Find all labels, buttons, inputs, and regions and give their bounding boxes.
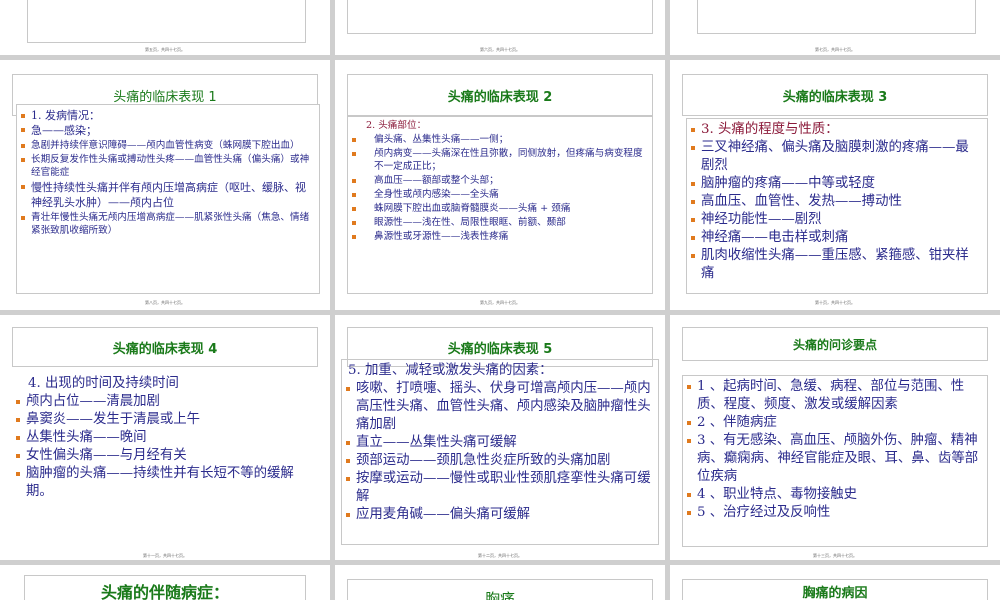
- content-box: 3. 头痛的程度与性质： 三叉神经痛、偏头痛及脑膜刺激的疼痛——最剧烈 脑肿瘤的…: [686, 118, 988, 294]
- slide-title: 头痛的临床表现 2: [347, 74, 653, 116]
- list-item: 肌肉收缩性头痛——重压感、紧箍感、钳夹样痛: [689, 247, 981, 283]
- list-item: 5 、治疗经过及反响性: [685, 504, 983, 522]
- list-item: 丛集性头痛——晚间: [14, 429, 312, 447]
- list-item: 咳嗽、打喷嚏、摇头、伏身可增高颅内压——颅内高压性头痛、血管性头痛、颅内感染及脑…: [344, 380, 652, 434]
- page-number: 第八页，共四十七页。: [145, 300, 185, 305]
- slide-top-left: 第五页，共四十七页。: [0, 0, 330, 55]
- slide-top-right: 第七页，共四十七页。: [670, 0, 1000, 55]
- slide-title: 头痛的临床表现 3: [682, 74, 988, 116]
- page-number: 第七页，共四十七页。: [815, 47, 855, 52]
- list-item: 长期反复发作性头痛或搏动性头疼——血管性头痛（偏头痛）或神经官能症: [19, 153, 313, 179]
- list-item: 4. 出现的时间及持续时间: [28, 376, 179, 391]
- list-item: 4 、职业特点、毒物接触史: [685, 486, 983, 504]
- list-item: 神经痛——电击样或刺痛: [689, 229, 981, 247]
- page-number: 第十一页，共四十七页。: [143, 553, 187, 558]
- list-item: 高血压、血管性、发热——搏动性: [689, 193, 981, 211]
- page-number: 第九页，共四十七页。: [480, 300, 520, 305]
- list-item: 急——感染；: [19, 123, 313, 138]
- list-item: 蛛网膜下腔出血或脑脊髓膜炎——头痛 + 颈痛: [350, 202, 646, 215]
- list-item: 三叉神经痛、偏头痛及脑膜刺激的疼痛——最剧烈: [689, 139, 981, 175]
- list-item: 1. 发病情况：: [19, 109, 313, 122]
- list-item: 急剧并持续伴意识障碍——颅内血管性病变（蛛网膜下腔出血）: [19, 139, 313, 152]
- cut-text: ……………: [408, 0, 453, 3]
- slide-title: 胸痛: [347, 579, 653, 600]
- content-box: 4. 出现的时间及持续时间 颅内占位——清晨加剧 鼻窦炎——发生于清晨或上午 丛…: [12, 373, 318, 543]
- content-box: 5. 加重、减轻或激发头痛的因素： 咳嗽、打喷嚏、摇头、伏身可增高颅内压——颅内…: [341, 359, 659, 545]
- list-item: 鼻窦炎——发生于清晨或上午: [14, 411, 312, 429]
- slide-clinical-2: 头痛的临床表现 2 2. 头痛部位： 偏头痛、丛集性头痛——一侧； 颅内病变——…: [335, 60, 665, 310]
- list-item: 2 、伴随病症: [685, 414, 983, 432]
- slide-title: 头痛的伴随病症：: [24, 575, 306, 600]
- list-item: 直立——丛集性头痛可缓解: [344, 434, 652, 452]
- list-item: 应用麦角碱——偏头痛可缓解: [344, 506, 652, 524]
- list-item: 全身性或颅内感染——全头痛: [350, 188, 646, 201]
- list-item: 神经功能性——剧烈: [689, 211, 981, 229]
- list-item: 3. 头痛的程度与性质：: [689, 121, 981, 139]
- slide-bottom-middle: 胸痛: [335, 565, 665, 600]
- list-item: 脑肿瘤的头痛——持续性并有长短不等的缓解期。: [14, 465, 312, 501]
- list-item: 1 、起病时间、急缓、病程、部位与范围、性质、程度、频度、激发或缓解因素: [685, 378, 983, 414]
- slide-bottom-left: 头痛的伴随病症：: [0, 565, 330, 600]
- page-number: 第六页，共四十七页。: [480, 47, 520, 52]
- slide-clinical-3: 头痛的临床表现 3 3. 头痛的程度与性质： 三叉神经痛、偏头痛及脑膜刺激的疼痛…: [670, 60, 1000, 310]
- content-box: [27, 0, 306, 43]
- list-item: 按摩或运动——慢性或职业性颈肌痉挛性头痛可缓解: [344, 470, 652, 506]
- slide-bottom-right: 胸痛的病因: [670, 565, 1000, 600]
- slide-title: 胸痛的病因: [682, 579, 988, 600]
- content-box: 2. 头痛部位： 偏头痛、丛集性头痛——一侧； 颅内病变——头痛深在性且弥散，同…: [347, 116, 653, 294]
- list-item: 颈部运动——颈肌急性炎症所致的头痛加剧: [344, 452, 652, 470]
- list-item: 颅内占位——清晨加剧: [14, 393, 312, 411]
- list-item: 青壮年慢性头痛无颅内压增高病症——肌紧张性头痛（焦急、情绪紧张致肌收缩所致）: [19, 211, 313, 237]
- page-number: 第十三页，共四十七页。: [813, 553, 857, 558]
- list-item: 女性偏头痛——与月经有关: [14, 447, 312, 465]
- list-item: 颅内病变——头痛深在性且弥散，同侧放射，但疼痛与病变程度不一定成正比；: [350, 147, 646, 173]
- list-item: 鼻源性或牙源性——浅表性疼痛: [350, 230, 646, 243]
- page-number: 第十二页，共四十七页。: [478, 553, 522, 558]
- list-item: 偏头痛、丛集性头痛——一侧；: [350, 133, 646, 146]
- content-box: 1. 发病情况： 急——感染； 急剧并持续伴意识障碍——颅内血管性病变（蛛网膜下…: [16, 104, 320, 294]
- slide-title: 头痛的问诊要点: [682, 327, 988, 361]
- content-box: 1 、起病时间、急缓、病程、部位与范围、性质、程度、频度、激发或缓解因素 2 、…: [682, 375, 988, 547]
- list-item: 慢性持续性头痛并伴有颅内压增高病症（呕吐、缓脉、视神经乳头水肿）——颅内占位: [19, 180, 313, 210]
- list-item: 脑肿瘤的疼痛——中等或轻度: [689, 175, 981, 193]
- slide-clinical-4: 头痛的临床表现 4 4. 出现的时间及持续时间 颅内占位——清晨加剧 鼻窦炎——…: [0, 315, 330, 560]
- list-item: 3 、有无感染、高血压、颅脑外伤、肿瘤、精神病、癫痫病、神经官能症及眼、耳、鼻、…: [685, 432, 983, 486]
- list-item: 高血压——额部或整个头部；: [350, 174, 646, 187]
- slide-clinical-1: 头痛的临床表现 1 1. 发病情况： 急——感染； 急剧并持续伴意识障碍——颅内…: [0, 60, 330, 310]
- page-number: 第十页，共四十七页。: [815, 300, 855, 305]
- slide-clinical-5: 头痛的临床表现 5 5. 加重、减轻或激发头痛的因素： 咳嗽、打喷嚏、摇头、伏身…: [335, 315, 665, 560]
- content-box: ……………: [347, 0, 653, 34]
- list-item: 5. 加重、减轻或激发头痛的因素：: [348, 363, 553, 378]
- slide-top-middle: …………… 第六页，共四十七页。: [335, 0, 665, 55]
- page-number: 第五页，共四十七页。: [145, 47, 185, 52]
- list-item: 2. 头痛部位：: [366, 120, 427, 131]
- slide-inquiry-points: 头痛的问诊要点 1 、起病时间、急缓、病程、部位与范围、性质、程度、频度、激发或…: [670, 315, 1000, 560]
- content-box: [697, 0, 976, 34]
- list-item: 眼源性——浅在性、局限性眼眶、前额、颞部: [350, 216, 646, 229]
- slide-title: 头痛的临床表现 4: [12, 327, 318, 367]
